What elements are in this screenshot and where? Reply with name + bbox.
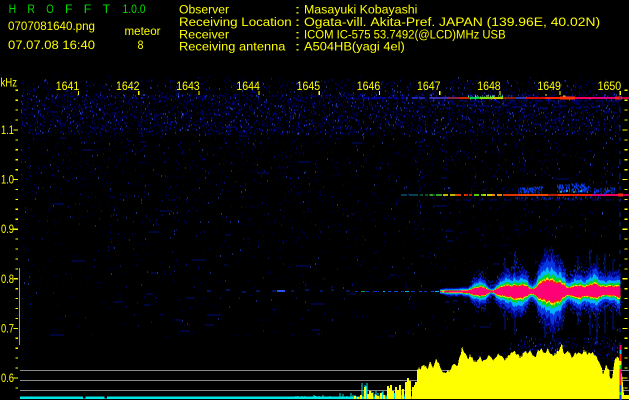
svg-text:8: 8 xyxy=(138,38,144,52)
svg-text:07.07.08 16:40: 07.07.08 16:40 xyxy=(8,38,95,52)
svg-text:T: T xyxy=(103,2,111,16)
svg-text:kHz: kHz xyxy=(1,76,18,90)
svg-text:1646: 1646 xyxy=(357,79,381,93)
svg-text:1.0: 1.0 xyxy=(1,173,14,187)
svg-text:0.7: 0.7 xyxy=(1,321,14,335)
svg-text:F: F xyxy=(65,2,73,16)
svg-text:1642: 1642 xyxy=(116,79,140,93)
svg-text:F: F xyxy=(84,2,92,16)
svg-text:1644: 1644 xyxy=(236,79,260,93)
svg-text:R: R xyxy=(27,2,35,16)
svg-text:0707081640.png: 0707081640.png xyxy=(8,19,95,33)
svg-text:Receiving antenna: Receiving antenna xyxy=(179,40,286,54)
svg-text:1647: 1647 xyxy=(417,79,441,93)
svg-text:0.9: 0.9 xyxy=(1,222,14,236)
svg-text:1.0.0: 1.0.0 xyxy=(123,2,146,16)
svg-text:1641: 1641 xyxy=(56,79,80,93)
svg-text:1648: 1648 xyxy=(477,79,501,93)
svg-text:1645: 1645 xyxy=(297,79,321,93)
svg-text:0.6: 0.6 xyxy=(1,371,14,385)
svg-text:1.1: 1.1 xyxy=(1,123,14,137)
svg-text:A504HB(yagi 4el): A504HB(yagi 4el) xyxy=(304,40,405,54)
svg-text:O: O xyxy=(46,2,54,16)
svg-text:meteor: meteor xyxy=(125,24,161,38)
svg-text:1649: 1649 xyxy=(537,79,561,93)
svg-text:1650: 1650 xyxy=(598,79,622,93)
svg-text:0.8: 0.8 xyxy=(1,272,14,286)
svg-text:H: H xyxy=(9,2,17,16)
svg-text:1643: 1643 xyxy=(176,79,200,93)
svg-text::: : xyxy=(295,40,301,54)
